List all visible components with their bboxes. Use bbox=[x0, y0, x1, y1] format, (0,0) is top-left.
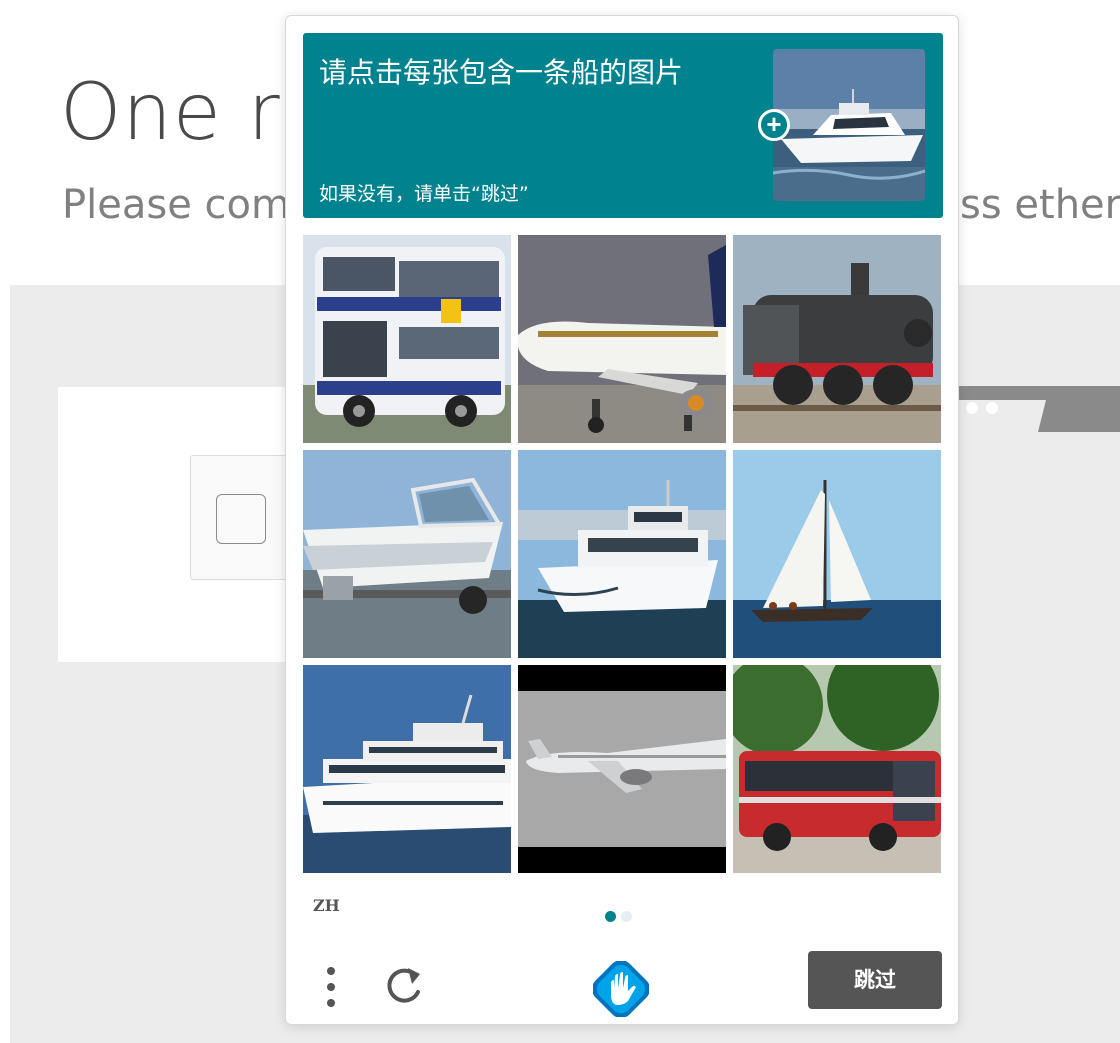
page-dot-2 bbox=[621, 911, 632, 922]
challenge-prompt-text: 请点击每张包含一条船的图片 bbox=[319, 56, 684, 89]
challenge-image-grid bbox=[303, 235, 943, 875]
background-logo-graphic bbox=[958, 386, 1120, 446]
language-selector[interactable]: ZH bbox=[313, 896, 340, 915]
challenge-prompt-banner: 请点击每张包含一条船的图片 如果没有，请单击“跳过” + bbox=[303, 33, 943, 218]
skip-button[interactable]: 跳过 bbox=[808, 951, 942, 1009]
challenge-page-indicator bbox=[605, 909, 637, 922]
challenge-tile-2[interactable] bbox=[518, 235, 726, 443]
more-options-icon[interactable] bbox=[316, 962, 346, 1012]
challenge-tile-8[interactable] bbox=[518, 665, 726, 873]
page-title: One r bbox=[60, 68, 281, 158]
page-subtitle: Please com bbox=[62, 182, 290, 228]
expand-example-icon[interactable]: + bbox=[758, 109, 790, 141]
page-subtitle-tail: ss ether bbox=[960, 182, 1120, 228]
captcha-checkbox[interactable] bbox=[216, 494, 266, 544]
page-dot-1 bbox=[605, 911, 616, 922]
challenge-tile-5[interactable] bbox=[518, 450, 726, 658]
challenge-tile-3[interactable] bbox=[733, 235, 941, 443]
challenge-tile-4[interactable] bbox=[303, 450, 511, 658]
refresh-icon[interactable] bbox=[382, 964, 426, 1008]
challenge-tile-6[interactable] bbox=[733, 450, 941, 658]
captcha-checkbox-container bbox=[190, 455, 290, 580]
challenge-skip-hint: 如果没有，请单击“跳过” bbox=[319, 183, 529, 205]
challenge-tile-1[interactable] bbox=[303, 235, 511, 443]
captcha-challenge-dialog: 请点击每张包含一条船的图片 如果没有，请单击“跳过” + ZH 跳过 bbox=[285, 15, 959, 1025]
hcaptcha-logo-icon bbox=[593, 961, 649, 1017]
example-image bbox=[773, 49, 925, 201]
challenge-tile-7[interactable] bbox=[303, 665, 511, 873]
challenge-tile-9[interactable] bbox=[733, 665, 941, 873]
